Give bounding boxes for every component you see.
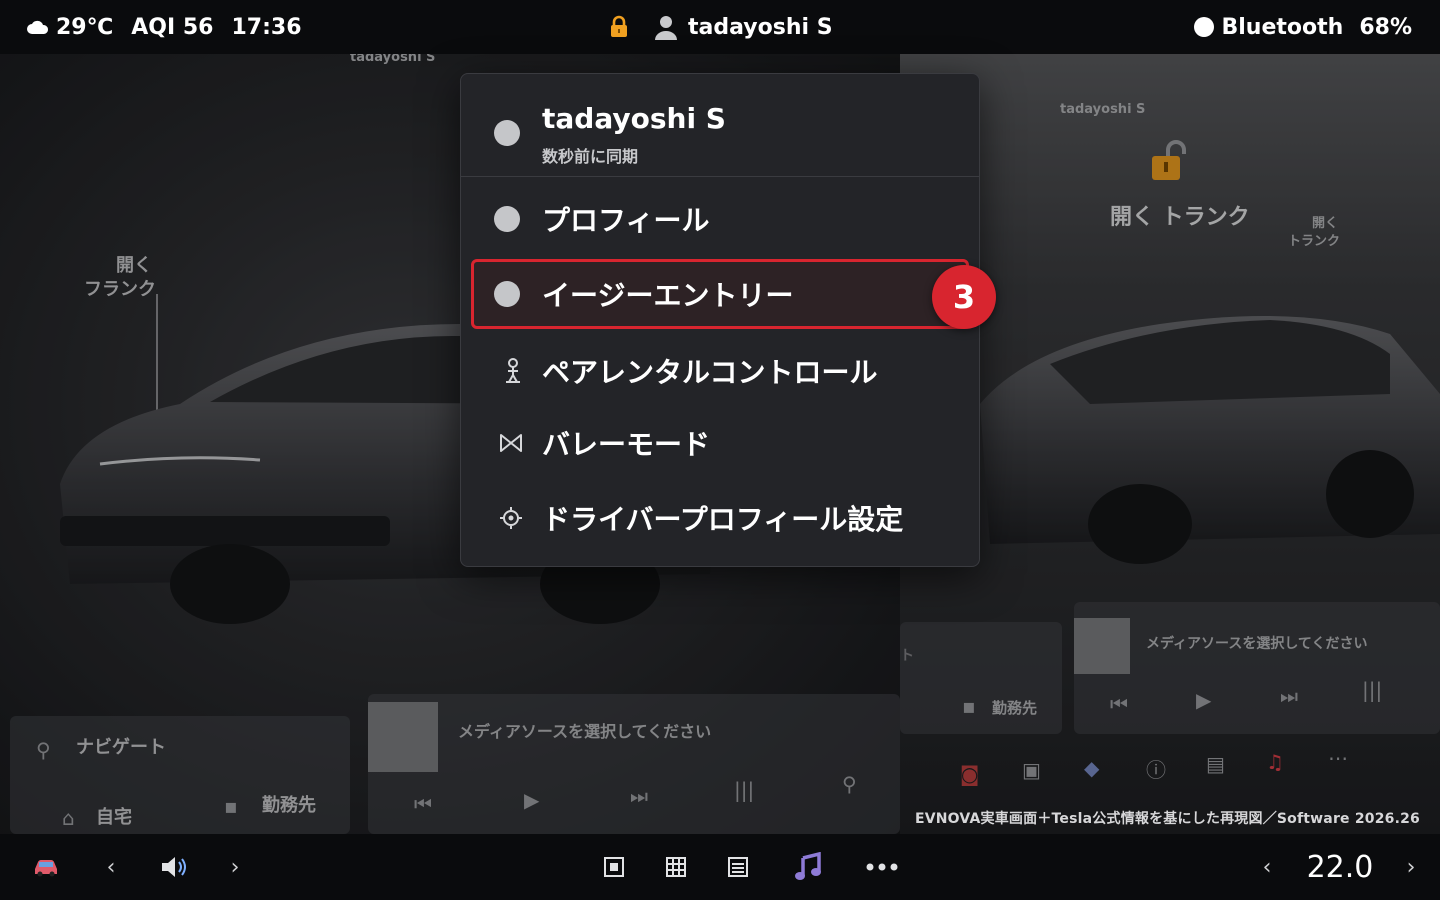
status-right: Bluetooth 68% [1193, 0, 1412, 54]
menu-item-label: バレーモード [542, 428, 711, 461]
menu-item-parental-control[interactable]: ペアレンタルコントロール [461, 336, 979, 406]
music-button[interactable] [790, 834, 826, 900]
status-left: 29℃ AQI 56 17:36 [26, 0, 302, 54]
menu-item-profile[interactable]: プロフィール [461, 184, 979, 254]
profile-dropdown-menu: tadayoshi S 数秒前に同期 プロフィール イージーエントリー ペアレン… [460, 73, 980, 567]
source-credit: EVNOVA実車画面＋Tesla公式情報を基にした再現図／Software 20… [914, 811, 1420, 827]
car-icon [35, 860, 57, 877]
menu-item-label: ドライバープロフィール設定 [542, 503, 904, 536]
music-note-icon [795, 852, 821, 880]
car-button[interactable] [24, 834, 68, 900]
bluetooth-icon [1193, 17, 1214, 37]
battery-percent: 68% [1359, 14, 1412, 40]
more-button[interactable] [862, 834, 902, 900]
temp-increase-chevron-icon[interactable]: › [1400, 834, 1422, 900]
stop-square-button[interactable] [600, 834, 628, 900]
menu-item-label: プロフィール [542, 204, 710, 237]
child-figure-icon [506, 358, 520, 383]
chevron-right-icon[interactable]: › [224, 834, 246, 900]
status-center: tadayoshi S [608, 0, 833, 54]
chevron-left-icon[interactable]: ‹ [100, 834, 122, 900]
lock-icon[interactable] [608, 15, 630, 39]
list-button[interactable] [724, 834, 752, 900]
profile-button[interactable]: tadayoshi S [654, 14, 833, 40]
outside-temperature: 29℃ [56, 14, 114, 40]
valet-bowtie-icon [500, 434, 522, 452]
bluetooth-status[interactable]: Bluetooth [1193, 14, 1344, 40]
list-icon [728, 857, 748, 877]
menu-profile-header[interactable]: tadayoshi S 数秒前に同期 [461, 74, 979, 177]
menu-item-easy-entry[interactable]: イージーエントリー [471, 259, 969, 329]
speaker-icon [162, 857, 186, 877]
bluetooth-label: Bluetooth [1221, 14, 1344, 40]
weather[interactable]: 29℃ [26, 15, 113, 40]
circle-icon [494, 281, 520, 307]
cabin-temperature[interactable]: 22.0 [1300, 834, 1380, 900]
bottom-bar: ‹ › ‹ 22.0 › [0, 834, 1440, 900]
temp-decrease-chevron-icon[interactable]: ‹ [1256, 834, 1278, 900]
more-dots-icon [866, 863, 898, 871]
profile-avatar-icon [494, 120, 520, 146]
sync-status: 数秒前に同期 [542, 147, 639, 166]
gear-icon [500, 507, 522, 529]
cloud-icon [27, 20, 49, 34]
menu-item-label: ペアレンタルコントロール [542, 356, 878, 389]
circle-icon [494, 206, 520, 232]
stop-square-icon [604, 857, 624, 877]
grid-button[interactable] [662, 834, 690, 900]
step-number-badge: 3 [932, 265, 996, 329]
menu-item-valet-mode[interactable]: バレーモード [461, 408, 979, 478]
volume-button[interactable] [154, 834, 194, 900]
person-icon [655, 16, 677, 40]
grid-icon [666, 857, 686, 877]
menu-item-label: イージーエントリー [542, 279, 794, 312]
menu-item-driver-profile-settings[interactable]: ドライバープロフィール設定 [461, 483, 979, 553]
profile-name: tadayoshi S [688, 14, 833, 40]
menu-profile-name: tadayoshi S [542, 102, 726, 135]
clock: 17:36 [231, 14, 302, 40]
aqi-reading: AQI 56 [131, 14, 214, 40]
status-bar: 29℃ AQI 56 17:36 tadayoshi S Bluetooth 6… [0, 0, 1440, 54]
